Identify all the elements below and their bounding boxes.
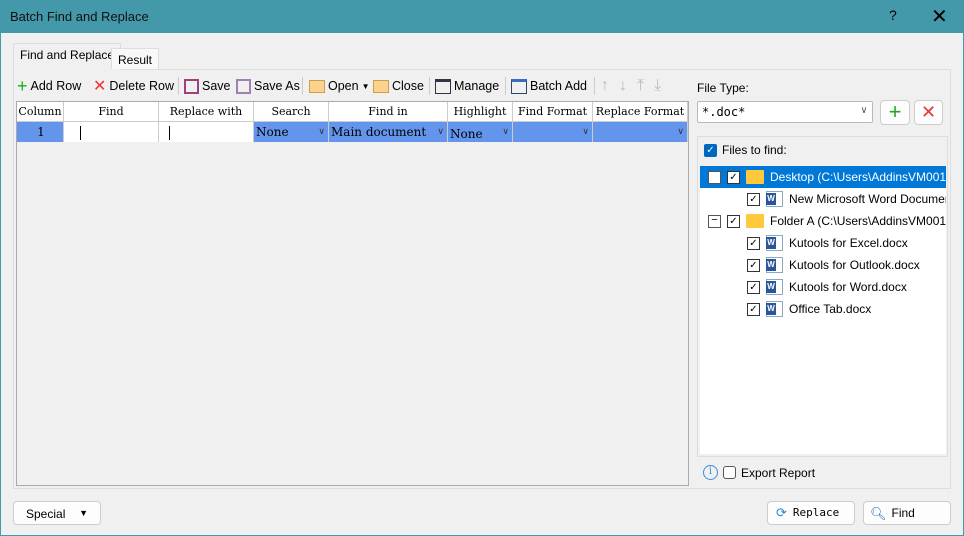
folder-icon: [746, 170, 764, 184]
move-down-icon[interactable]: ↓: [619, 77, 627, 95]
close-button[interactable]: ✕: [931, 4, 948, 29]
chevron-down-icon: ∨: [502, 127, 509, 137]
checkbox[interactable]: ✓: [727, 170, 740, 184]
file-tree: −✓Desktop (C:\Users\AddinsVM001\Desktop)…: [700, 166, 946, 454]
replace-input[interactable]: [159, 122, 254, 142]
divider: [505, 77, 506, 95]
files-to-find-label: Files to find:: [722, 143, 787, 157]
add-file-type-button[interactable]: +: [880, 100, 910, 125]
replace-format-select[interactable]: ∨: [593, 122, 688, 142]
folder-close-icon: [373, 79, 389, 93]
chevron-down-icon: ∨: [318, 127, 325, 137]
files-panel: ✓ Files to find: − ✓ Desktop (C:\Users\Add…: [697, 136, 948, 457]
folder-open-icon: [309, 79, 325, 93]
open-button[interactable]: Open ▼: [309, 77, 370, 95]
export-report-label: Export Report: [741, 465, 816, 480]
plus-icon: +: [888, 99, 902, 124]
plus-icon: +: [17, 75, 28, 96]
search-select[interactable]: None ∨: [254, 122, 329, 142]
tab-result[interactable]: Result: [111, 48, 160, 69]
find-button[interactable]: 🔍︎ Find: [863, 501, 951, 525]
window-title: Batch Find and Replace: [10, 9, 149, 24]
delete-row-button[interactable]: ✕ Delete Row: [93, 77, 174, 95]
manage-button[interactable]: Manage: [435, 77, 499, 95]
word-doc-icon: [766, 191, 783, 207]
dropdown-arrow-icon: ▼: [361, 81, 370, 91]
find-format-select[interactable]: ∨: [513, 122, 593, 142]
checkbox[interactable]: ✓: [747, 258, 760, 272]
checkbox[interactable]: ✓: [747, 302, 760, 316]
save-as-button[interactable]: Save As: [236, 77, 300, 95]
chevron-down-icon: ∨: [677, 127, 684, 137]
word-doc-icon: [766, 257, 783, 273]
refresh-icon: ⟳: [776, 506, 787, 521]
word-doc-icon: [766, 235, 783, 251]
list-icon: [435, 78, 451, 94]
divider: [178, 77, 179, 95]
add-row-button[interactable]: + Add Row: [17, 75, 81, 96]
column-header: Replace with: [159, 102, 254, 122]
collapse-icon[interactable]: −: [708, 214, 721, 228]
column-header: Find Format: [513, 102, 593, 122]
batch-add-icon: [511, 78, 527, 94]
move-top-icon[interactable]: ⤒: [637, 77, 644, 95]
title-bar: Batch Find and Replace ? ✕: [1, 1, 964, 33]
divider: [594, 77, 595, 95]
divider: [302, 77, 303, 95]
file-type-label: File Type:: [697, 81, 749, 95]
column-header: Highlight: [448, 102, 513, 122]
save-icon: [184, 78, 199, 94]
save-button[interactable]: Save: [184, 77, 231, 95]
column-header: Column: [17, 102, 64, 122]
tree-folder-a[interactable]: −✓Folder A (C:\Users\AddinsVM001\Desktop…: [700, 210, 946, 232]
word-doc-icon: [766, 279, 783, 295]
column-header: Find in: [329, 102, 448, 122]
tree-file[interactable]: ✓Kutools for Word.docx: [700, 276, 946, 298]
special-button[interactable]: Special ▼: [13, 501, 101, 525]
tab-find-and-replace[interactable]: Find and Replace: [13, 43, 122, 70]
find-replace-grid: Column Find Replace with Search Find in …: [16, 101, 689, 486]
find-input[interactable]: [64, 122, 159, 142]
search-icon: 🔍︎: [870, 506, 887, 521]
close-file-button[interactable]: Close: [373, 77, 424, 95]
tree-folder-desktop[interactable]: −✓Desktop (C:\Users\AddinsVM001\Desktop): [700, 166, 946, 188]
export-report-checkbox[interactable]: [723, 466, 736, 479]
save-as-icon: [236, 78, 251, 94]
x-icon: ✕: [920, 102, 937, 122]
file-type-combo[interactable]: *.doc* ∨: [697, 101, 873, 123]
tree-file[interactable]: ✓New Microsoft Word Document.docx: [700, 188, 946, 210]
tree-file[interactable]: ✓Kutools for Excel.docx: [700, 232, 946, 254]
row-number: 1: [17, 122, 64, 142]
info-icon[interactable]: i: [703, 465, 718, 480]
tree-file[interactable]: ✓Office Tab.docx: [700, 298, 946, 320]
divider: [429, 77, 430, 95]
checkbox[interactable]: ✓: [747, 280, 760, 294]
tree-file[interactable]: ✓Kutools for Outlook.docx: [700, 254, 946, 276]
chevron-down-icon: ∨: [437, 127, 444, 137]
chevron-down-icon: ∨: [860, 105, 867, 116]
find-in-select[interactable]: Main document ∨: [329, 122, 448, 142]
remove-file-type-button[interactable]: ✕: [914, 100, 943, 125]
column-header: Search: [254, 102, 329, 122]
x-icon: ✕: [93, 78, 107, 95]
collapse-icon[interactable]: −: [708, 170, 721, 184]
column-header: Find: [64, 102, 159, 122]
replace-button[interactable]: ⟳ Replace: [767, 501, 855, 525]
checkbox[interactable]: ✓: [747, 192, 760, 206]
checkbox[interactable]: ✓: [727, 214, 740, 228]
help-button[interactable]: ?: [889, 7, 897, 23]
files-to-find-checkbox[interactable]: ✓: [704, 143, 717, 157]
word-doc-icon: [766, 301, 783, 317]
dropdown-arrow-icon: ▼: [79, 508, 88, 518]
highlight-select[interactable]: None ∨: [448, 122, 513, 142]
move-bottom-icon[interactable]: ⤓: [654, 77, 661, 95]
column-header: Replace Format: [593, 102, 688, 122]
batch-add-button[interactable]: Batch Add: [511, 77, 587, 95]
chevron-down-icon: ∨: [582, 127, 589, 137]
checkbox[interactable]: ✓: [747, 236, 760, 250]
folder-icon: [746, 214, 764, 228]
move-up-icon[interactable]: ↑: [601, 77, 609, 95]
